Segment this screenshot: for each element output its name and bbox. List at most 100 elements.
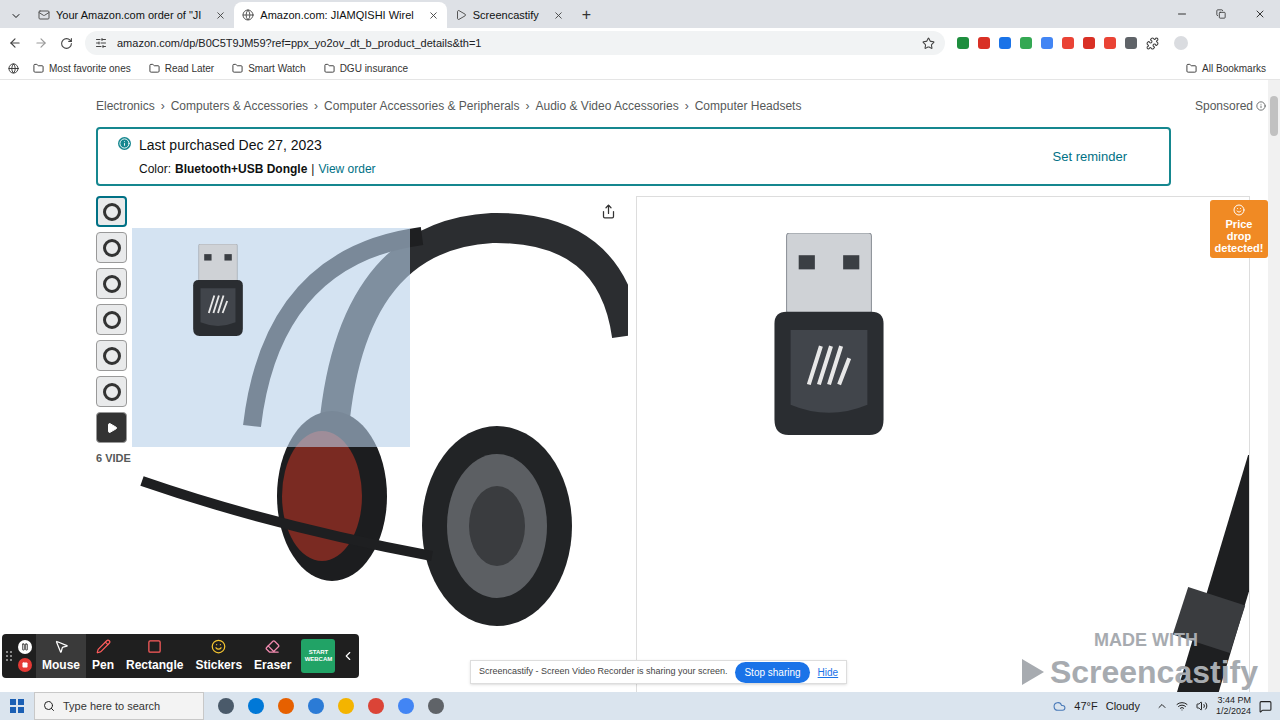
thumbnail[interactable] xyxy=(96,196,127,227)
product-media: 6 VIDE xyxy=(96,196,1266,692)
thumbnail[interactable] xyxy=(96,376,127,407)
reload-icon[interactable] xyxy=(60,37,73,50)
recorder-tool[interactable]: Stickers xyxy=(189,634,248,678)
windows-logo-icon[interactable] xyxy=(10,699,24,713)
taskbar-app-icon[interactable] xyxy=(368,698,384,714)
folder-icon xyxy=(1186,63,1197,74)
price-drop-badge[interactable]: Price drop detected! xyxy=(1210,200,1268,258)
extension-icon[interactable] xyxy=(1125,37,1137,49)
taskbar-search[interactable]: Type here to search xyxy=(34,692,204,720)
extensions-icon[interactable] xyxy=(1146,37,1159,50)
breadcrumb-item[interactable]: Audio & Video Accessories xyxy=(536,97,679,115)
search-icon xyxy=(43,700,55,712)
bookmark-folder[interactable]: Most favorite ones xyxy=(33,61,131,76)
profile-icon[interactable] xyxy=(1174,36,1188,50)
videos-label[interactable]: 6 VIDE xyxy=(96,450,132,467)
bookmark-folder[interactable]: Read Later xyxy=(149,61,214,76)
recorder-tool[interactable]: Mouse xyxy=(36,634,86,678)
share-icon[interactable] xyxy=(601,204,616,219)
site-info-icon[interactable] xyxy=(95,37,107,49)
breadcrumb-row: Electronics›Computers & Accessories›Comp… xyxy=(96,97,1266,115)
apps-icon[interactable] xyxy=(8,63,19,74)
drag-handle-icon[interactable] xyxy=(6,651,12,661)
weather[interactable]: Cloudy xyxy=(1106,698,1140,715)
close-icon[interactable] xyxy=(553,10,564,21)
browser-tab[interactable]: Your Amazon.com order of "JI xyxy=(30,2,234,28)
close-window-icon[interactable] xyxy=(1254,8,1266,20)
breadcrumb-item[interactable]: Computers & Accessories xyxy=(171,97,308,115)
taskbar-app-icon[interactable] xyxy=(248,698,264,714)
thumbnail[interactable] xyxy=(96,232,127,263)
close-icon[interactable] xyxy=(428,10,439,21)
pause-icon xyxy=(21,643,29,651)
zoom-lens[interactable] xyxy=(132,228,410,447)
breadcrumb-item[interactable]: Computer Headsets xyxy=(695,97,802,115)
bookmark-folder[interactable]: DGU insurance xyxy=(324,61,408,76)
browser-tab[interactable]: Amazon.com: JIAMQISHI Wirel xyxy=(234,2,446,28)
thumbnail[interactable] xyxy=(96,304,127,335)
extension-icon[interactable] xyxy=(1104,37,1116,49)
scrollbar[interactable] xyxy=(1268,80,1280,692)
all-bookmarks[interactable]: All Bookmarks xyxy=(1186,61,1272,76)
pause-button[interactable] xyxy=(18,640,32,654)
recorder-toolbar: MousePenRectangleStickersEraserSTART WEB… xyxy=(2,634,359,678)
collapse-icon[interactable] xyxy=(341,649,355,663)
new-tab-button[interactable]: + xyxy=(572,2,601,28)
stop-button[interactable] xyxy=(18,658,32,672)
bookmark-star-icon[interactable] xyxy=(922,37,935,50)
view-order-link[interactable]: View order xyxy=(318,160,375,178)
extension-icon[interactable] xyxy=(978,37,990,49)
taskbar-app-icon[interactable] xyxy=(278,698,294,714)
thumbnail[interactable] xyxy=(96,268,127,299)
forward-icon[interactable] xyxy=(34,36,48,50)
thumbnail[interactable] xyxy=(96,412,127,443)
taskbar-app-icon[interactable] xyxy=(398,698,414,714)
taskbar-app-icon[interactable] xyxy=(428,698,444,714)
minimize-icon[interactable] xyxy=(1176,8,1188,20)
taskbar-app-icon[interactable] xyxy=(218,698,234,714)
set-reminder-button[interactable]: Set reminder xyxy=(1053,147,1127,167)
tab-search-button[interactable] xyxy=(6,4,26,28)
breadcrumb-item[interactable]: Electronics xyxy=(96,97,155,115)
temperature[interactable]: 47°F xyxy=(1074,698,1097,715)
start-webcam-button[interactable]: START WEBCAM xyxy=(301,639,335,673)
price-drop-icon xyxy=(1233,204,1245,216)
taskbar: Type here to search 47°F Cloudy 3:44 PM1/2/… xyxy=(0,692,1280,720)
stop-sharing-button[interactable]: Stop sharing xyxy=(735,662,809,683)
clock[interactable]: 3:44 PM1/2/2024 xyxy=(1216,695,1251,717)
extension-icon[interactable] xyxy=(1041,37,1053,49)
recorder-tool[interactable]: Pen xyxy=(86,634,120,678)
taskbar-app-icon[interactable] xyxy=(338,698,354,714)
hide-link[interactable]: Hide xyxy=(818,665,839,680)
folder-icon xyxy=(232,63,243,74)
tray-chevron-icon[interactable] xyxy=(1156,700,1168,712)
taskbar-app-icon[interactable] xyxy=(308,698,324,714)
url-field[interactable]: amazon.com/dp/B0C5T9JM59?ref=ppx_yo2ov_d… xyxy=(85,31,945,55)
back-icon[interactable] xyxy=(8,36,22,50)
sponsored-label[interactable]: Sponsored xyxy=(1195,97,1266,115)
notification-icon[interactable] xyxy=(1259,700,1272,713)
thumbnail[interactable] xyxy=(96,340,127,371)
restore-icon[interactable] xyxy=(1216,9,1226,19)
extension-icon[interactable] xyxy=(1020,37,1032,49)
address-row: amazon.com/dp/B0C5T9JM59?ref=ppx_yo2ov_d… xyxy=(0,28,1280,58)
breadcrumb-item[interactable]: Computer Accessories & Peripherals xyxy=(324,97,519,115)
extensions xyxy=(957,36,1188,50)
main-image[interactable] xyxy=(132,196,628,686)
extension-icon[interactable] xyxy=(999,37,1011,49)
recorder-tool[interactable]: Eraser xyxy=(248,634,297,678)
extension-icon[interactable] xyxy=(1062,37,1074,49)
extension-icon[interactable] xyxy=(1083,37,1095,49)
tool-icon xyxy=(265,639,280,654)
network-icon[interactable] xyxy=(1176,700,1188,712)
close-icon[interactable] xyxy=(215,10,226,21)
folder-icon xyxy=(324,63,335,74)
thumbnail-list: 6 VIDE xyxy=(96,196,132,692)
bookmark-folder[interactable]: Smart Watch xyxy=(232,61,305,76)
volume-icon[interactable] xyxy=(1196,700,1208,712)
breadcrumb: Electronics›Computers & Accessories›Comp… xyxy=(96,97,801,115)
recorder-tool[interactable]: Rectangle xyxy=(120,634,189,678)
browser-tab[interactable]: Screencastify xyxy=(447,2,572,28)
breadcrumb-separator: › xyxy=(526,97,530,115)
extension-icon[interactable] xyxy=(957,37,969,49)
